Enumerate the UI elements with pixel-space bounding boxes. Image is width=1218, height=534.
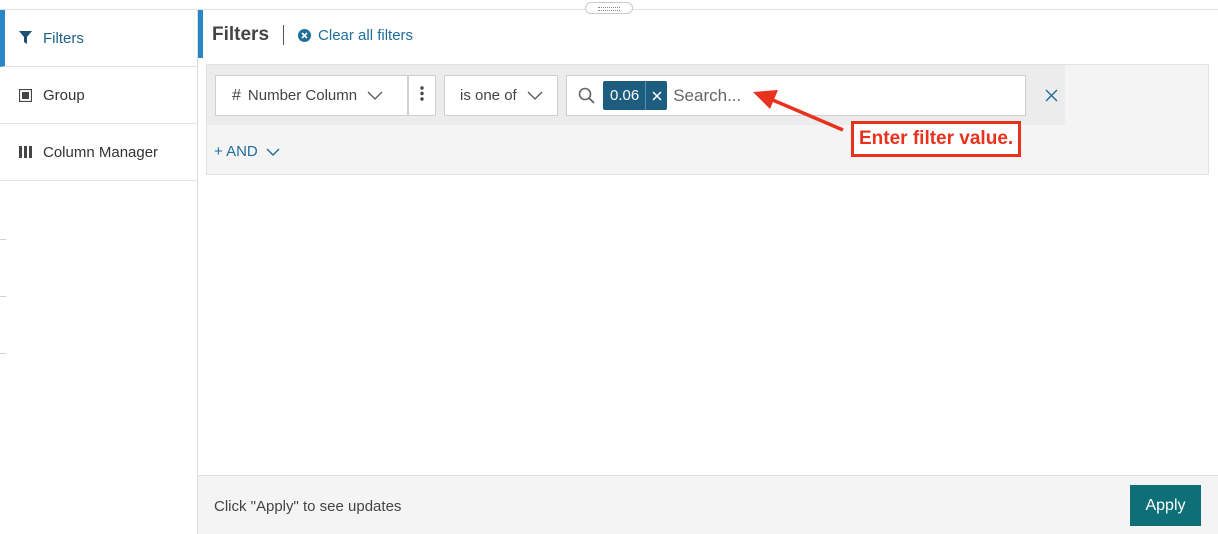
- panel-resize-handle[interactable]: [585, 2, 633, 14]
- panel-header: Filters Clear all filters: [212, 22, 413, 48]
- filter-value-field[interactable]: 0.06: [566, 75, 1026, 116]
- add-and-condition-button[interactable]: + AND: [214, 143, 280, 160]
- panel-footer: Click "Apply" to see updates Apply: [198, 475, 1218, 534]
- search-icon: [578, 87, 595, 104]
- clear-circle-icon: [298, 28, 312, 42]
- sidebar-item-group[interactable]: Group: [0, 67, 197, 124]
- value-chip: 0.06: [603, 81, 668, 110]
- sidebar-item-label: Filters: [43, 29, 84, 47]
- clear-all-filters-link[interactable]: Clear all filters: [298, 27, 413, 44]
- number-type-icon: #: [232, 86, 241, 104]
- footer-message: Click "Apply" to see updates: [214, 498, 402, 515]
- sidebar: Filters Group Column Manager: [0, 10, 198, 534]
- operator-select-label: is one of: [460, 87, 517, 104]
- sidebar-item-filters[interactable]: Filters: [0, 10, 197, 67]
- chevron-down-icon: [527, 91, 543, 100]
- sidebar-tick: [0, 353, 6, 354]
- clear-all-label: Clear all filters: [318, 26, 414, 44]
- column-select-label: Number Column: [247, 87, 358, 104]
- sidebar-tick: [0, 239, 6, 240]
- close-icon: [652, 90, 662, 101]
- sidebar-item-label: Group: [43, 86, 85, 104]
- remove-filter-button[interactable]: [1043, 87, 1059, 103]
- chevron-down-icon: [367, 91, 383, 100]
- sidebar-item-label: Column Manager: [43, 143, 159, 161]
- filter-group: # Number Column is one of 0.06 Search...…: [206, 64, 1209, 175]
- sidebar-tick: [0, 296, 6, 297]
- page-title: Filters: [212, 24, 270, 45]
- header-divider: [283, 25, 285, 45]
- remove-chip-button[interactable]: [645, 81, 667, 110]
- and-button-label: + AND: [214, 143, 258, 160]
- kebab-menu-icon: [420, 85, 424, 106]
- value-chip-label: 0.06: [610, 87, 640, 104]
- sidebar-item-column-manager[interactable]: Column Manager: [0, 124, 197, 181]
- column-select[interactable]: # Number Column: [215, 75, 408, 116]
- filters-panel: Filters Clear all filters # Number Colum…: [198, 10, 1218, 534]
- column-options-button[interactable]: [408, 75, 436, 116]
- funnel-icon: [17, 30, 33, 46]
- annotation-label: Enter filter value.: [851, 121, 1022, 157]
- apply-button[interactable]: Apply: [1130, 485, 1201, 526]
- group-icon: [17, 87, 33, 103]
- operator-select[interactable]: is one of: [444, 75, 558, 116]
- columns-icon: [17, 144, 33, 160]
- panel-accent-bar: [198, 10, 203, 58]
- search-input[interactable]: [673, 85, 874, 106]
- chevron-down-icon: [266, 148, 280, 156]
- close-icon: [1045, 89, 1057, 101]
